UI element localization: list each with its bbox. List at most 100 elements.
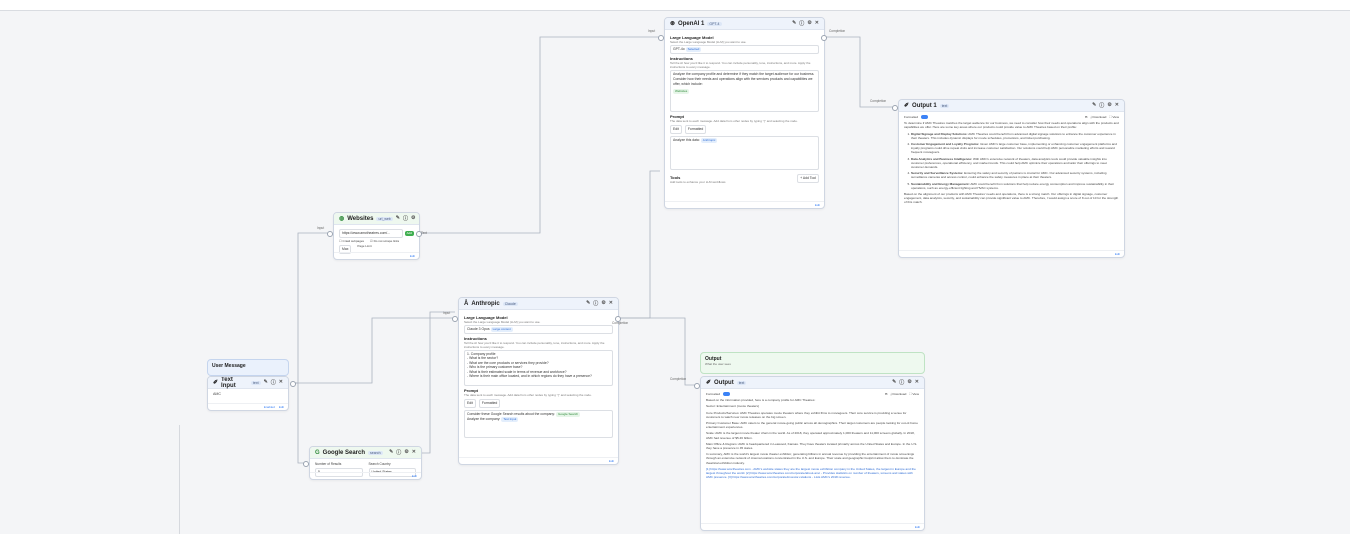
edit-icon[interactable]: ✎ (586, 300, 590, 307)
text-icon: ✐ (213, 380, 219, 386)
anthropic-input-port[interactable] (452, 316, 458, 322)
formatted-label: Formatted (904, 115, 919, 119)
edit-icon[interactable]: ✎ (892, 379, 896, 386)
settings-icon[interactable]: ⚙ (907, 379, 911, 386)
results-count-label: Number of Results (315, 462, 342, 466)
no-scrape-checkbox[interactable]: ☑ Do not scrape links (370, 239, 399, 244)
output-citations[interactable]: [1] https://www.amctheatres.com - AMC's … (706, 467, 919, 480)
edit-icon[interactable]: ✎ (1092, 102, 1096, 109)
close-icon[interactable]: ✕ (412, 449, 416, 456)
websites-input-label: Input (317, 226, 325, 230)
settings-icon[interactable]: ⚙ (807, 20, 811, 27)
output-group-sub: What the user sees (705, 362, 731, 366)
close-icon[interactable]: ✕ (915, 379, 919, 386)
output1-outro: Based on the alignment of our products w… (904, 192, 1119, 205)
output1-node[interactable]: ✐ Output 1 text ✎ ⓘ ⚙ ✕ Formatted ⧉ ⤓ Do… (898, 99, 1125, 258)
openai-input-label: Input (648, 29, 656, 33)
text-input-header[interactable]: ✐ Text Input text ✎ ⓘ ✕ (208, 377, 288, 389)
google-input-port[interactable] (303, 461, 309, 467)
add-url-button[interactable]: Add (404, 231, 414, 236)
instructions-input[interactable]: Analyze the company profile and determin… (670, 70, 819, 112)
output-paragraph: Scale: AMC is the largest movie theater … (706, 431, 915, 440)
info-icon[interactable]: ⓘ (403, 215, 408, 222)
tab-formatted[interactable]: Formatted (478, 399, 501, 408)
formatted-toggle[interactable] (723, 392, 731, 396)
top-bar (0, 0, 1350, 11)
view-label: View (912, 392, 919, 396)
info-icon[interactable]: ⓘ (799, 20, 804, 27)
edit-icon[interactable]: ✎ (396, 215, 400, 222)
output1-header[interactable]: ✐ Output 1 text ✎ ⓘ ⚙ ✕ (899, 100, 1124, 112)
close-icon[interactable]: ✕ (279, 379, 283, 386)
websites-header[interactable]: ◍ Websites url_web ✎ ⓘ ⚙ ✕ (334, 213, 419, 225)
close-icon[interactable]: ✕ (1115, 102, 1119, 109)
websites-edit-link[interactable]: Edit (410, 254, 415, 258)
info-icon[interactable]: ⓘ (396, 449, 401, 456)
tab-edit[interactable]: Edit (670, 125, 682, 134)
enabled-link[interactable]: Enabled (264, 405, 275, 409)
close-icon[interactable]: ✕ (815, 20, 819, 27)
info-icon[interactable]: ⓘ (593, 300, 598, 307)
formatted-toggle[interactable] (921, 115, 929, 119)
anthropic-node[interactable]: Å Anthropic Claude ✎ ⓘ ⚙ ✕ Large Languag… (458, 297, 619, 465)
google-search-node[interactable]: G Google Search search ✎ ⓘ ⚙ ✕ Number of… (309, 446, 422, 480)
url-input[interactable]: https://www.amctheatres.com/... (339, 229, 403, 238)
tab-formatted[interactable]: Formatted (684, 125, 707, 134)
model-select[interactable]: Claude 3 Opus Large context (464, 325, 613, 334)
edit-icon[interactable]: ✎ (389, 449, 393, 456)
output-edit-link[interactable]: Edit (915, 525, 920, 529)
settings-icon[interactable]: ⚙ (1107, 102, 1111, 109)
settings-icon[interactable]: ⚙ (601, 300, 605, 307)
view-button[interactable]: ⛶ View (909, 392, 919, 396)
add-tool-button[interactable]: + Add Tool (797, 174, 819, 183)
llm-sub: Select the Large Language Model (LLM) yo… (464, 320, 541, 324)
tab-edit[interactable]: Edit (464, 399, 476, 408)
text-input-output-port[interactable] (290, 381, 296, 387)
instructions-input[interactable]: 1. Company profile - What is the sector?… (464, 350, 613, 386)
edit-icon[interactable]: ✎ (792, 20, 796, 27)
info-icon[interactable]: ⓘ (1099, 102, 1104, 109)
output1-input-port[interactable] (892, 105, 898, 111)
list-item: Digital Signage and Display Solutions: A… (911, 132, 1119, 140)
google-edit-link[interactable]: Edit (412, 474, 417, 478)
close-icon[interactable]: ✕ (418, 215, 419, 222)
tools-sub: Add tools to enhance your LLM workflows (670, 180, 726, 184)
model-select[interactable]: GPT-4o Selected (670, 45, 819, 54)
download-button[interactable]: ⤓ Download (1090, 115, 1106, 119)
close-icon[interactable]: ✕ (609, 300, 613, 307)
text-input-edit-link[interactable]: Edit (279, 405, 284, 409)
download-button[interactable]: ⤓ Download (890, 392, 906, 396)
output-paragraph: Core Products/Services: AMC Theatres ope… (706, 410, 907, 419)
openai-output-port[interactable] (821, 35, 827, 41)
list-item: Sustainability and Energy Management: AM… (911, 182, 1119, 190)
text-input-value[interactable]: AMC (213, 392, 283, 397)
info-icon[interactable]: ⓘ (899, 379, 904, 386)
anthropic-edit-link[interactable]: Edit (609, 459, 614, 463)
edit-icon[interactable]: ✎ (264, 379, 268, 386)
view-button[interactable]: ⛶ View (1109, 115, 1119, 119)
openai-edit-link[interactable]: Edit (815, 203, 820, 207)
copy-icon[interactable]: ⧉ (885, 392, 887, 396)
output-node[interactable]: ✐ Output text ✎ ⓘ ⚙ ✕ Formatted ⧉ ⤓ Down… (700, 376, 925, 531)
google-header[interactable]: G Google Search search ✎ ⓘ ⚙ ✕ (310, 447, 421, 459)
instructions-sub: Tell the AI how you'd like it to respond… (670, 61, 811, 69)
instructions-text: Analyze the company profile and determin… (673, 72, 815, 86)
websites-node[interactable]: ◍ Websites url_web ✎ ⓘ ⚙ ✕ https://www.a… (333, 212, 420, 260)
settings-icon[interactable]: ⚙ (411, 215, 415, 222)
prompt-input[interactable]: Consider these Google Search results abo… (464, 410, 613, 438)
output1-edit-link[interactable]: Edit (1115, 252, 1120, 256)
copy-icon[interactable]: ⧉ (1085, 115, 1087, 119)
output-header[interactable]: ✐ Output text ✎ ⓘ ⚙ ✕ (701, 377, 924, 389)
settings-icon[interactable]: ⚙ (404, 449, 408, 456)
prompt-input[interactable]: Analyze this data: Anthropic (670, 136, 819, 170)
output-paragraph: Primary Customer Base: AMC caters to the… (706, 421, 918, 430)
anthropic-header[interactable]: Å Anthropic Claude ✎ ⓘ ⚙ ✕ (459, 298, 618, 310)
websites-input-port[interactable] (327, 231, 333, 237)
openai-header[interactable]: ⊛ OpenAI 1 GPT-4 ✎ ⓘ ⚙ ✕ (665, 18, 824, 30)
text-input-node[interactable]: ✐ Text Input text ✎ ⓘ ✕ AMC Enabled Edit (207, 376, 289, 411)
info-icon[interactable]: ⓘ (271, 379, 276, 386)
openai-input-port[interactable] (658, 35, 664, 41)
output1-badge: text (939, 103, 950, 108)
output-input-port[interactable] (694, 383, 700, 389)
openai-node[interactable]: ⊛ OpenAI 1 GPT-4 ✎ ⓘ ⚙ ✕ Large Language … (664, 17, 825, 209)
